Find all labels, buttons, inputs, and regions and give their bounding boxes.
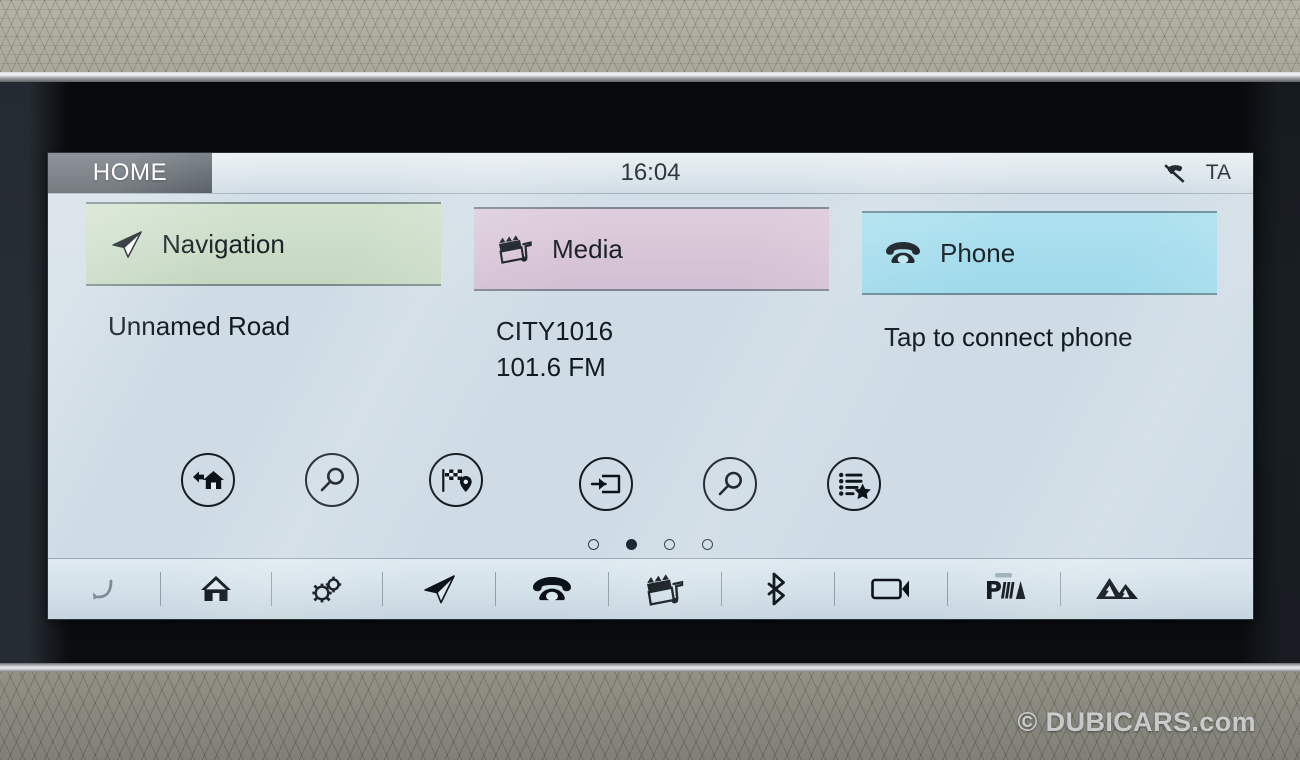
gears-icon [309,574,345,604]
chrome-strip-top [0,72,1300,82]
page-dot[interactable] [588,539,599,550]
offroad-button[interactable] [1061,576,1173,602]
shortcut-row [48,453,1253,511]
destination-flag-icon[interactable] [429,453,483,507]
infotainment-screen[interactable]: HOME 16:04 TA Navigation Unnamed Road Me… [48,153,1253,619]
page-dot[interactable] [702,539,713,550]
tile-navigation-label: Navigation [162,228,285,259]
tile-navigation[interactable]: Navigation [86,202,441,286]
home-tab-label: HOME [92,159,168,186]
media-frequency: 101.6 FM [496,352,606,382]
phone-info-line1: Tap to connect phone [884,322,1133,352]
home-button[interactable] [161,574,271,604]
telephone-icon [884,239,922,267]
page-indicator [48,539,1253,550]
camera-display-icon [870,575,912,603]
shortcut-group-navigation [181,453,483,511]
media-clapper-note-icon [644,571,686,607]
clock-label: 16:04 [620,159,681,186]
settings-button[interactable] [272,574,382,604]
park-assist-button[interactable] [948,572,1060,606]
tile-phone-label: Phone [940,237,1016,268]
page-dot[interactable] [664,539,675,550]
back-arrow-icon [89,574,119,604]
page-dot-active[interactable] [626,539,637,550]
home-icon [199,574,233,604]
go-home-icon[interactable] [181,453,235,507]
media-source-icon[interactable] [579,457,633,511]
navigation-button[interactable] [383,573,495,605]
tile-media[interactable]: Media [474,207,829,291]
media-clapper-note-icon [496,232,534,266]
phone-button[interactable] [496,574,608,604]
navigation-info: Unnamed Road [86,308,441,344]
status-bar: HOME 16:04 TA [48,153,1253,194]
tile-media-label: Media [552,233,623,264]
navigation-arrow-icon [108,229,144,259]
search-icon[interactable] [305,453,359,507]
tile-phone[interactable]: Phone [862,211,1217,295]
tile-column-media: Media CITY1016 101.6 FM [474,202,829,385]
search-icon[interactable] [703,457,757,511]
home-tiles: Navigation Unnamed Road Media CITY1016 1… [48,194,1253,385]
dashboard-scene: HOME 16:04 TA Navigation Unnamed Road Me… [0,0,1300,760]
bottom-toolbar [48,558,1253,619]
bluetooth-icon [765,572,791,606]
clock: 16:04 [48,153,1253,193]
navigation-arrow-icon [420,573,458,605]
navigation-info-line1: Unnamed Road [108,311,291,341]
chrome-strip-bottom [0,663,1300,672]
tile-column-navigation: Navigation Unnamed Road [86,202,441,385]
bluetooth-button[interactable] [722,572,834,606]
media-info: CITY1016 101.6 FM [474,313,829,385]
watermark: © DUBICARS.com [1017,707,1256,737]
back-button[interactable] [48,574,160,604]
tile-column-phone: Phone Tap to connect phone [862,202,1217,385]
ta-indicator: TA [1205,161,1231,184]
phone-info: Tap to connect phone [862,319,1217,355]
mountains-icon [1094,576,1140,602]
park-assist-icon [982,572,1026,606]
media-button[interactable] [609,571,721,607]
phone-crossed-out-icon [1163,161,1190,185]
home-tab[interactable]: HOME [48,153,212,193]
media-station-name: CITY1016 [496,316,614,346]
shortcut-group-media [579,453,881,511]
dashboard-top-trim [0,0,1300,72]
favorites-list-icon[interactable] [827,457,881,511]
telephone-icon [531,574,573,604]
status-icons: TA [1163,153,1253,193]
camera-button[interactable] [835,575,947,603]
